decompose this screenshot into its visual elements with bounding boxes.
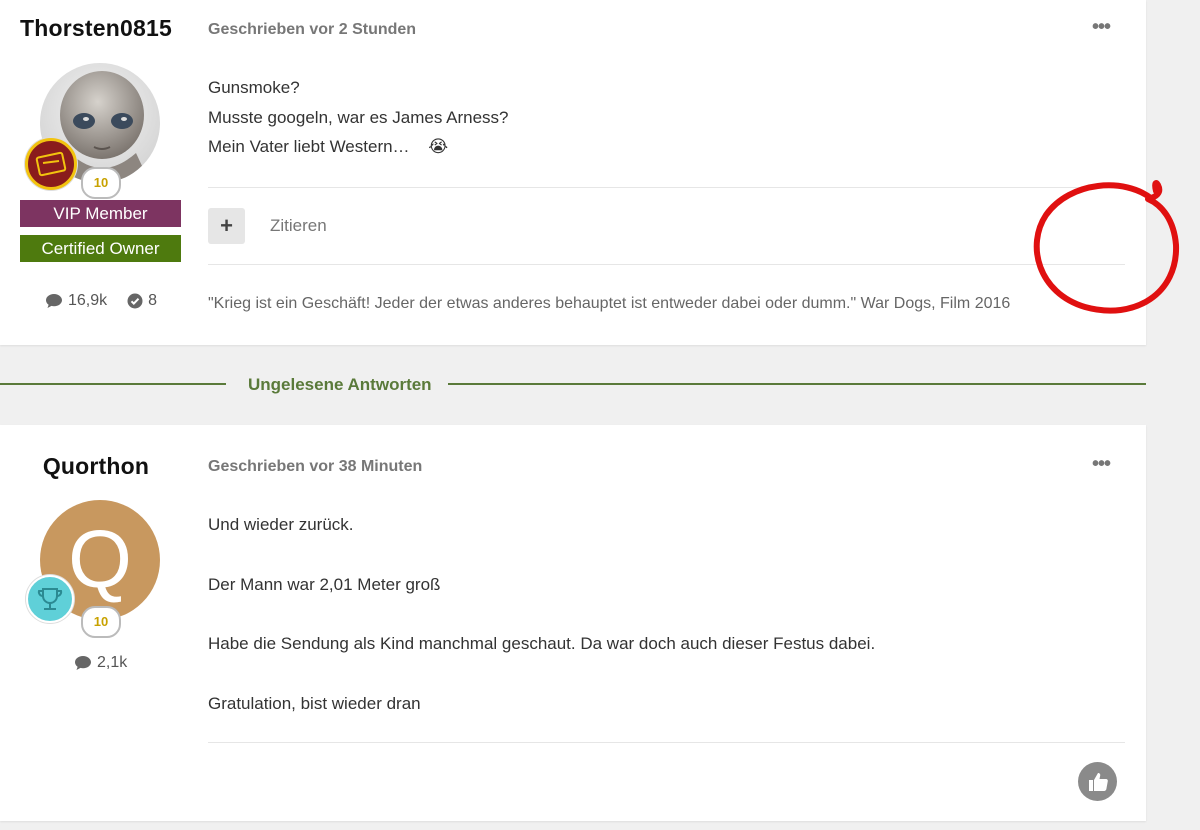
post-menu-button[interactable]: •••: [1092, 16, 1111, 39]
post-count-value: 16,9k: [68, 292, 108, 309]
thumbs-up-icon: [1088, 772, 1108, 791]
author-stats: 16,9k 8: [45, 292, 157, 310]
like-button[interactable]: [1078, 762, 1117, 801]
divider: [208, 264, 1125, 265]
crying-emoji-icon: 😭: [428, 137, 449, 156]
content-line: Gratulation, bist wieder dran: [208, 693, 421, 713]
content-line: Gunsmoke?: [208, 78, 300, 97]
solution-count[interactable]: 8: [127, 292, 157, 310]
unread-divider-line-right: [448, 383, 1146, 385]
post-content: Gunsmoke? Musste googeln, war es James A…: [208, 73, 508, 162]
content-line: Mein Vater liebt Western… 😭: [208, 132, 508, 162]
post-menu-button[interactable]: •••: [1092, 453, 1111, 476]
post-count-value: 2,1k: [97, 654, 128, 671]
level-badge: 10: [81, 606, 121, 638]
post-timestamp[interactable]: Geschrieben vor 2 Stunden: [208, 21, 416, 39]
avatar[interactable]: 10: [25, 63, 162, 199]
post-count[interactable]: 2,1k: [74, 654, 127, 672]
content-line-text: Mein Vater liebt Western…: [208, 137, 410, 156]
unread-divider-line-left: [0, 383, 226, 385]
group-vip-member: VIP Member: [20, 200, 181, 227]
content-line: Der Mann war 2,01 Meter groß: [208, 574, 441, 594]
content-line: Habe die Sendung als Kind manchmal gesch…: [208, 634, 876, 653]
author-stats: 2,1k: [74, 654, 127, 672]
avatar[interactable]: Q 10: [26, 500, 162, 638]
content-line: Musste googeln, war es James Arness?: [208, 107, 509, 127]
multiquote-add-button[interactable]: +: [208, 208, 245, 244]
comment-icon: [75, 656, 91, 670]
signature: "Krieg ist ein Geschäft! Jeder der etwas…: [208, 295, 1011, 312]
content-line: Und wieder zurück.: [208, 515, 354, 534]
divider: [208, 742, 1125, 743]
post-thorsten: Thorsten0815 10 VIP Member Certified Own…: [0, 0, 1146, 345]
post-timestamp[interactable]: Geschrieben vor 38 Minuten: [208, 458, 422, 476]
post-content: Und wieder zurück. Der Mann war 2,01 Met…: [208, 510, 875, 718]
check-circle-icon: [127, 293, 143, 309]
author-name[interactable]: Quorthon: [0, 453, 192, 480]
post-count[interactable]: 16,9k: [45, 292, 107, 310]
quote-button[interactable]: Zitieren: [270, 216, 327, 236]
group-certified-owner: Certified Owner: [20, 235, 181, 262]
solution-count-value: 8: [148, 292, 158, 309]
rank-badge-icon: [25, 138, 77, 190]
post-quorthon: Quorthon Q 10 2,1k Geschrieben vor 38 Mi…: [0, 425, 1146, 821]
unread-replies-label: Ungelesene Antworten: [248, 375, 432, 394]
level-badge: 10: [81, 167, 121, 199]
divider: [208, 187, 1125, 188]
comment-icon: [46, 294, 62, 308]
author-name[interactable]: Thorsten0815: [0, 15, 192, 42]
trophy-badge-icon: [26, 575, 74, 623]
